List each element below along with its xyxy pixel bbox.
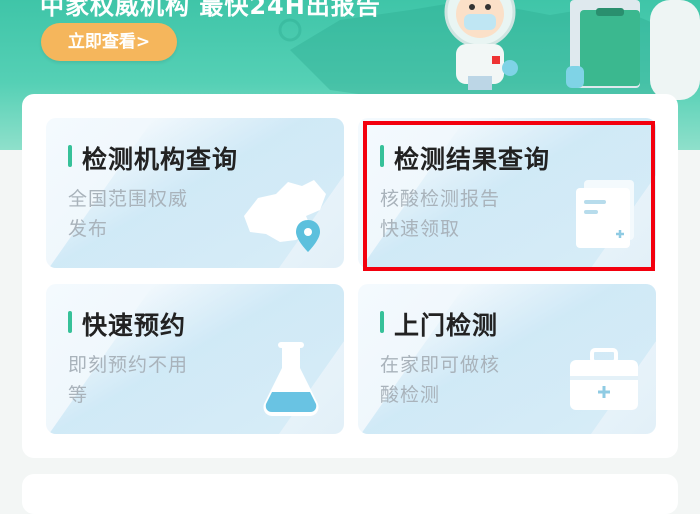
card-title: 快速预约 [68,306,186,342]
card-description: 在家即可做核 酸检测 [380,354,501,406]
card-description: 即刻预约不用 等 [68,354,189,406]
doctor-illustration-icon [444,0,518,90]
card-title: 上门检测 [380,306,498,342]
card-quick-appointment[interactable]: 快速预约 即刻预约不用 等 [46,284,344,434]
bottom-panel [22,474,678,514]
highlight-box [363,121,655,271]
card-title: 检测机构查询 [68,140,238,176]
card-home-testing[interactable]: 上门检测 在家即可做核 酸检测 [358,284,656,434]
china-map-pin-icon [244,180,326,252]
banner-title: 中家权威机构 最快24H出报告 [40,0,381,20]
medical-kit-icon [570,348,638,410]
clipboard-illustration-icon [566,0,700,100]
view-now-button[interactable]: 立即查看> [41,23,177,61]
card-testing-institution-query[interactable]: 检测机构查询 全国范围权威 发布 [46,118,344,268]
flask-icon [263,342,319,416]
card-description: 全国范围权威 发布 [68,188,189,240]
